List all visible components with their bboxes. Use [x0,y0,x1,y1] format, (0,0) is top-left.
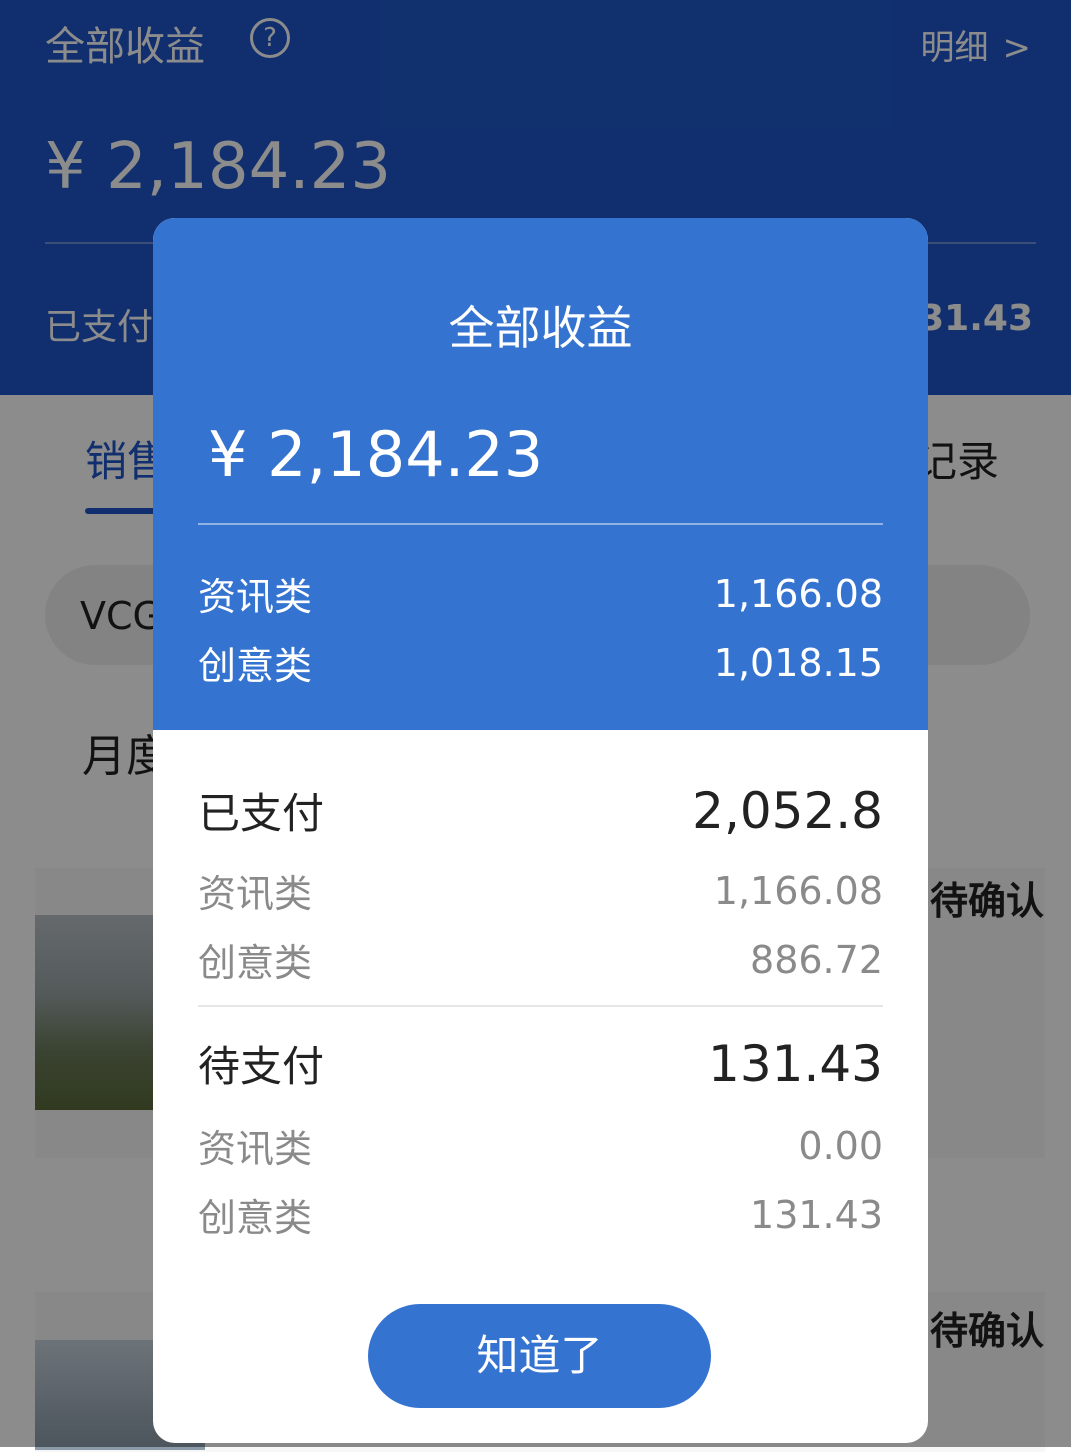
paid-news-value: 1,166.08 [713,868,883,913]
breakdown-row-news: 资讯类 1,166.08 [198,566,883,621]
pending-row: 待支付 131.43 [198,1033,883,1094]
breakdown-value: 1,018.15 [713,640,883,685]
paid-creative-row: 创意类 886.72 [198,932,883,987]
earnings-modal: 全部收益 ¥ 2,184.23 资讯类 1,166.08 创意类 1,018.1… [153,218,928,1443]
pending-label: 待支付 [198,1042,325,1091]
modal-summary-panel: 全部收益 ¥ 2,184.23 资讯类 1,166.08 创意类 1,018.1… [153,218,928,730]
paid-creative-label: 创意类 [198,941,313,985]
breakdown-label: 资讯类 [198,575,313,619]
paid-row: 已支付 2,052.8 [198,780,883,841]
pending-news-value: 0.00 [798,1123,883,1168]
modal-summary-divider [198,523,883,525]
paid-value: 2,052.8 [692,781,883,840]
modal-title: 全部收益 [448,301,633,355]
confirm-button[interactable]: 知道了 [368,1304,711,1408]
paid-news-label: 资讯类 [198,872,313,916]
pending-news-label: 资讯类 [198,1127,313,1171]
pending-creative-value: 131.43 [750,1192,883,1237]
breakdown-row-creative: 创意类 1,018.15 [198,635,883,690]
breakdown-value: 1,166.08 [713,571,883,616]
modal-section-divider [198,1005,883,1007]
paid-news-row: 资讯类 1,166.08 [198,863,883,918]
pending-value: 131.43 [708,1034,883,1093]
paid-label: 已支付 [198,789,325,838]
modal-total-amount: ¥ 2,184.23 [208,418,544,491]
pending-creative-row: 创意类 131.43 [198,1187,883,1242]
paid-creative-value: 886.72 [750,937,883,982]
pending-news-row: 资讯类 0.00 [198,1118,883,1173]
pending-creative-label: 创意类 [198,1196,313,1240]
breakdown-label: 创意类 [198,644,313,688]
